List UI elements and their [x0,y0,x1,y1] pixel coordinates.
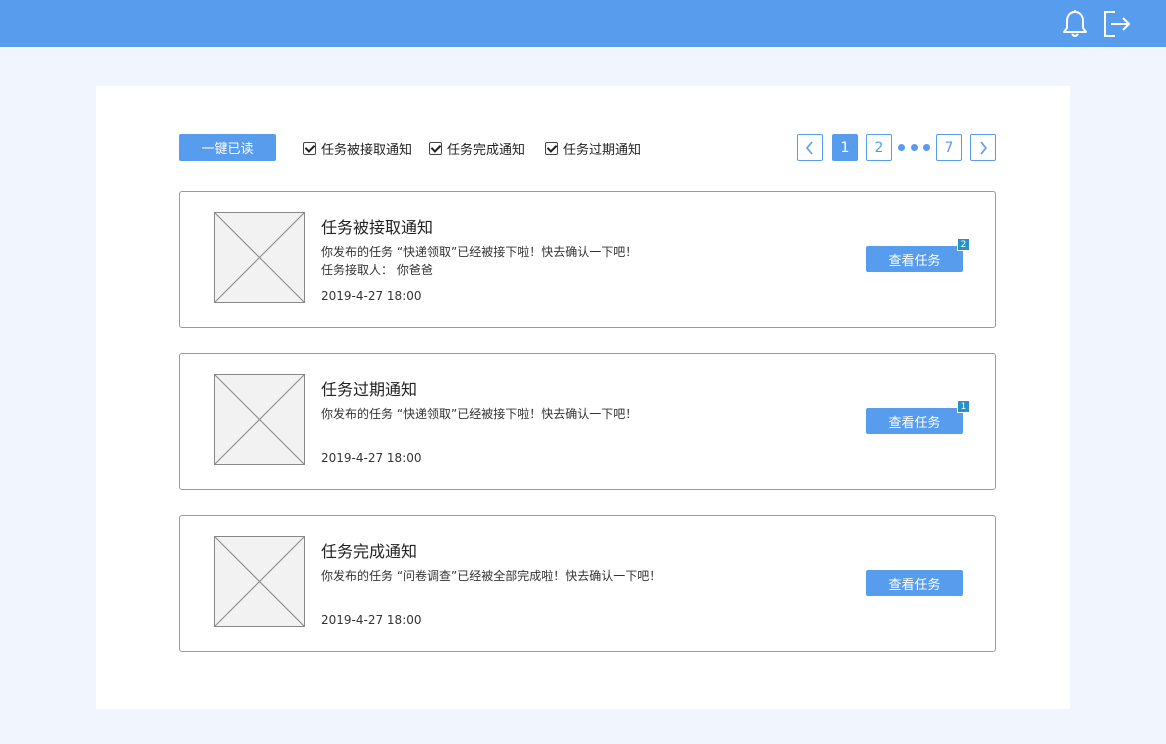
filter-accepted[interactable]: 任务被接取通知 [303,140,413,158]
image-placeholder-icon [214,374,305,465]
filter-label: 任务被接取通知 [321,142,413,158]
notice-time: 2019-4-27 18:00 [321,451,422,465]
page-button[interactable]: 2 [866,134,892,161]
page-button[interactable]: 7 [936,134,962,161]
notice-card: 任务被接取通知 你发布的任务 “快递领取”已经被接下啦！快去确认一下吧！ 任务接… [179,191,996,328]
notice-card: 任务完成通知 你发布的任务 “问卷调查”已经被全部完成啦！快去确认一下吧！ 20… [179,515,996,652]
notice-message: 你发布的任务 “快递领取”已经被接下啦！快去确认一下吧！ [321,245,638,259]
bell-icon[interactable] [1060,8,1090,40]
filter-expired[interactable]: 任务过期通知 [545,140,642,158]
page-button[interactable]: 1 [832,134,858,161]
notice-time: 2019-4-27 18:00 [321,289,422,303]
image-placeholder-icon [214,212,305,303]
image-placeholder-icon [214,536,305,627]
prev-page-button[interactable] [797,134,823,161]
view-task-button[interactable]: 查看任务 [866,246,963,272]
notice-message: 你发布的任务 “快递领取”已经被接下啦！快去确认一下吧！ [321,407,638,421]
notice-card: 任务过期通知 你发布的任务 “快递领取”已经被接下啦！快去确认一下吧！ 2019… [179,353,996,490]
checkbox-icon[interactable] [545,141,558,155]
notice-message: 你发布的任务 “问卷调查”已经被全部完成啦！快去确认一下吧！ [321,569,662,583]
logout-icon[interactable] [1102,8,1132,40]
filter-completed[interactable]: 任务完成通知 [429,140,526,158]
checkbox-icon[interactable] [303,141,316,155]
notifications-panel: 一键已读 任务被接取通知 任务完成通知 任务过期通知 1 2 7 任务被接取通知… [96,86,1070,709]
checkbox-icon[interactable] [429,141,442,155]
next-page-button[interactable] [970,134,996,161]
view-task-button[interactable]: 查看任务 [866,408,963,434]
notice-title: 任务过期通知 [321,380,418,399]
filter-label: 任务完成通知 [447,142,526,158]
top-bar [0,0,1166,47]
notice-title: 任务完成通知 [321,542,418,561]
notice-title: 任务被接取通知 [321,218,434,237]
chevron-right-icon [980,140,988,155]
filter-label: 任务过期通知 [563,142,642,158]
chevron-left-icon [805,140,813,155]
count-badge: 1 [957,400,970,413]
view-task-button[interactable]: 查看任务 [866,570,963,596]
count-badge: 2 [957,238,970,251]
mark-all-read-button[interactable]: 一键已读 [179,134,276,161]
notice-extra: 任务接取人： 你爸爸 [321,263,433,277]
notice-time: 2019-4-27 18:00 [321,613,422,627]
page-ellipsis [896,134,932,161]
